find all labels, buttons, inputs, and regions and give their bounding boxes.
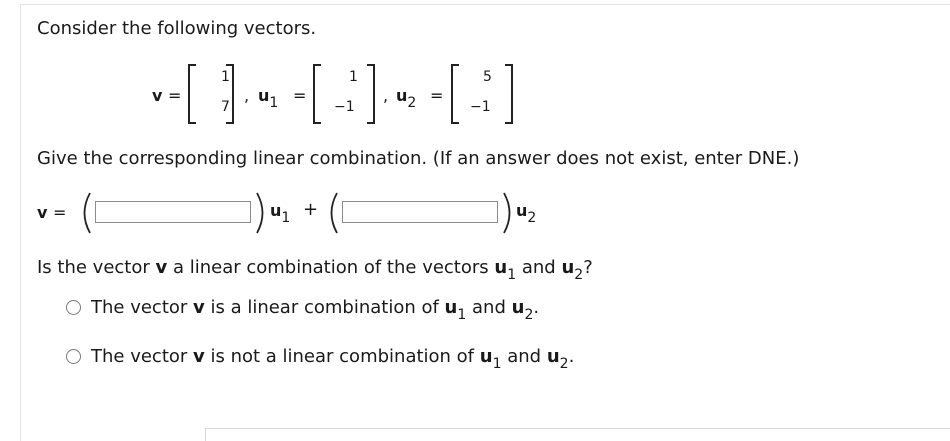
vector-u1-label: u1 bbox=[258, 86, 279, 111]
combination-u2-label: u2 bbox=[516, 201, 537, 226]
instruction-text: Give the corresponding linear combinatio… bbox=[37, 148, 800, 169]
vector-v-label: v bbox=[152, 86, 163, 105]
vector-u2-entry-2: −1 bbox=[470, 99, 491, 115]
answer-area-divider bbox=[205, 428, 950, 441]
equals-sign: = bbox=[168, 86, 182, 105]
plus-sign: + bbox=[303, 199, 319, 220]
left-paren bbox=[330, 192, 338, 234]
radio-button[interactable] bbox=[66, 349, 81, 364]
combination-lhs-v: v bbox=[37, 203, 48, 222]
equals-sign: = bbox=[293, 86, 307, 105]
comma: , bbox=[244, 86, 250, 105]
part2-question: Is the vector v a linear combination of … bbox=[37, 257, 593, 283]
equals-sign: = bbox=[53, 203, 67, 222]
equals-sign: = bbox=[430, 86, 444, 105]
vector-u1-matrix bbox=[313, 64, 375, 124]
combination-u1-label: u1 bbox=[270, 201, 291, 226]
vector-u2-label: u2 bbox=[396, 86, 417, 111]
coefficient-2-input[interactable] bbox=[342, 201, 498, 223]
vector-u1-entry-1: 1 bbox=[349, 69, 358, 85]
option-label: The vector v is not a linear combination… bbox=[91, 346, 575, 372]
vector-u2-matrix bbox=[451, 64, 513, 124]
vector-u1-entry-2: −1 bbox=[334, 99, 355, 115]
comma: , bbox=[383, 86, 389, 105]
prompt-text: Consider the following vectors. bbox=[37, 18, 317, 39]
right-paren bbox=[256, 192, 264, 234]
option-label: The vector v is a linear combination of … bbox=[91, 297, 540, 323]
vector-v-entry-2: 7 bbox=[221, 99, 230, 115]
coefficient-1-input[interactable] bbox=[95, 201, 251, 223]
vector-u2-entry-1: 5 bbox=[483, 69, 492, 85]
radio-button[interactable] bbox=[66, 300, 81, 315]
right-paren bbox=[503, 192, 511, 234]
left-paren bbox=[83, 192, 91, 234]
vector-v-entry-1: 1 bbox=[221, 69, 230, 85]
